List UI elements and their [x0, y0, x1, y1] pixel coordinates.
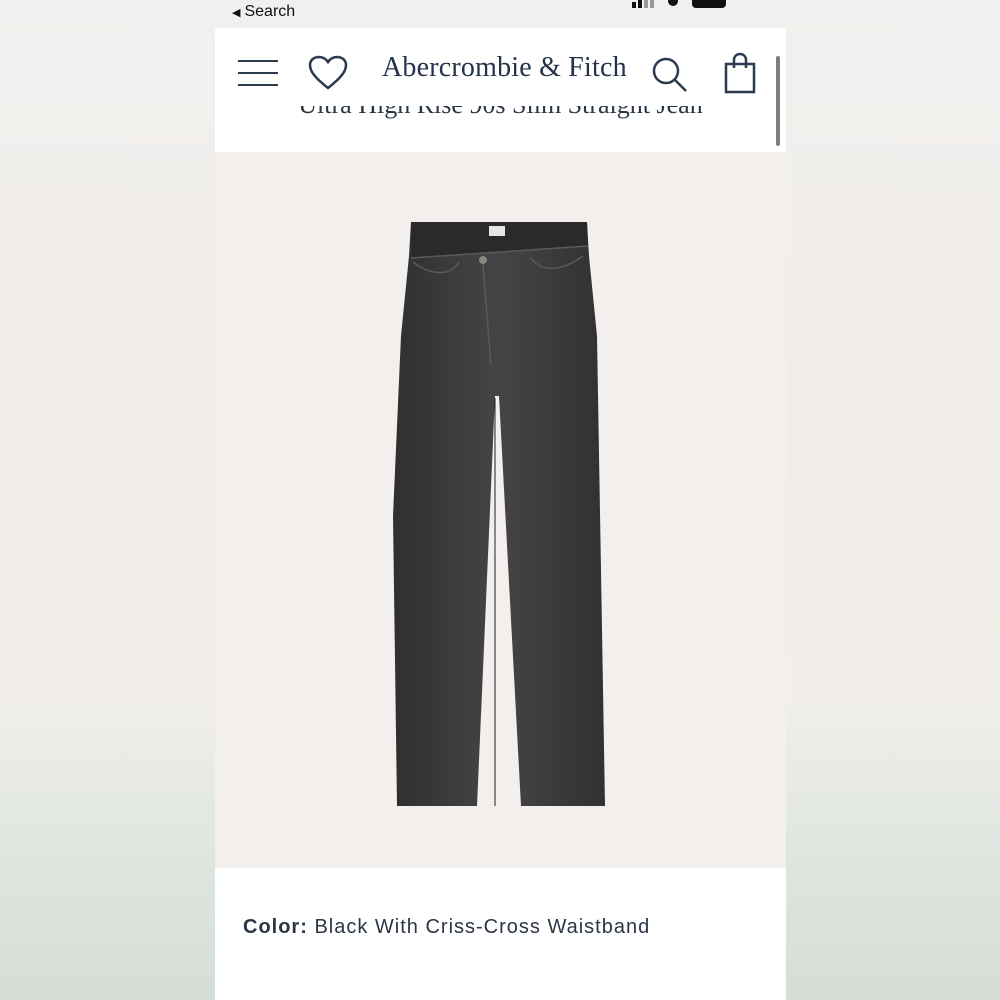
- menu-icon[interactable]: [238, 60, 278, 86]
- status-icons: [632, 0, 726, 8]
- color-label: Color:: [243, 916, 308, 938]
- back-triangle-icon: ◀: [232, 6, 241, 19]
- product-image-area[interactable]: [215, 152, 786, 868]
- blurred-background-right: [786, 0, 1000, 1000]
- mobile-page: Ultra High Rise 90s Slim Straight Jean A…: [215, 28, 786, 1000]
- product-details: Color: Black With Criss-Cross Waistband: [215, 868, 786, 1000]
- wifi-icon: [668, 0, 678, 6]
- heart-icon[interactable]: [308, 55, 348, 91]
- signal-icon: [632, 0, 654, 8]
- site-header: Ultra High Rise 90s Slim Straight Jean A…: [215, 28, 786, 152]
- back-to-search-link[interactable]: ◀ Search: [232, 3, 295, 21]
- battery-icon: [692, 0, 726, 8]
- color-value: Black With Criss-Cross Waistband: [314, 916, 651, 938]
- search-icon[interactable]: [650, 55, 690, 95]
- shopping-bag-icon[interactable]: [723, 52, 757, 94]
- scrollbar[interactable]: [776, 56, 780, 146]
- brand-logo[interactable]: Abercrombie & Fitch: [382, 52, 627, 84]
- status-bar: ◀ Search: [0, 0, 1000, 28]
- back-label: Search: [244, 3, 296, 20]
- jeans-product-image: [393, 222, 605, 806]
- blurred-background-left: [0, 0, 215, 1000]
- color-info: Color: Black With Criss-Cross Waistband: [243, 916, 650, 939]
